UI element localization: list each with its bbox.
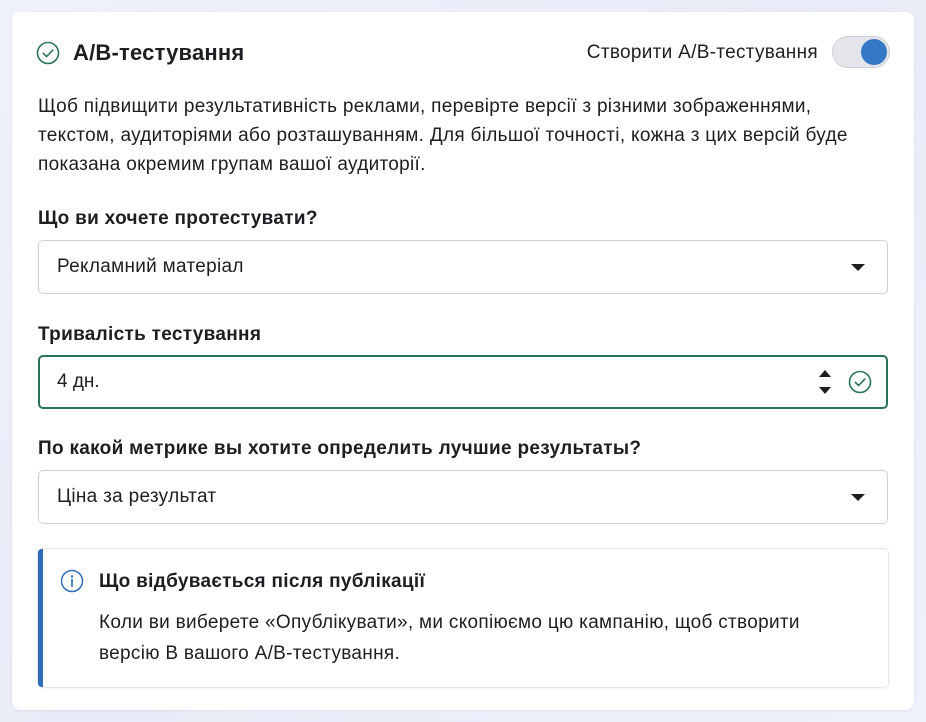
info-icon: [60, 569, 84, 593]
check-circle-icon: [848, 370, 872, 394]
toggle-knob: [861, 39, 887, 65]
duration-label: Тривалість тестування: [38, 324, 262, 345]
toggle-label: Створити A/B-тестування: [586, 42, 818, 63]
info-text: Коли ви виберете «Опублікувати», ми скоп…: [99, 612, 800, 664]
duration-field[interactable]: [38, 355, 888, 409]
duration-input[interactable]: [57, 371, 657, 393]
test-subject-value: Рекламний матеріал: [57, 256, 244, 277]
test-subject-select[interactable]: Рекламний матеріал: [38, 240, 888, 294]
duration-stepper[interactable]: [818, 368, 832, 396]
metric-label: По какой метрике вы хотите определить лу…: [38, 438, 642, 459]
info-title: Що відбувається після публікації: [99, 571, 426, 592]
test-subject-label: Що ви хочете протестувати?: [38, 208, 318, 229]
section-title: A/B-тестування: [73, 40, 245, 65]
info-banner: Що відбувається після публікації Коли ви…: [38, 549, 888, 687]
info-accent-bar: [38, 549, 43, 687]
description-text: Щоб підвищити результативність реклами, …: [38, 96, 848, 175]
metric-value: Ціна за результат: [57, 486, 217, 507]
card-header: A/B-тестування Створити A/B-тестування: [36, 36, 890, 68]
check-circle-icon: [36, 41, 60, 65]
caret-down-icon: [851, 264, 865, 271]
caret-down-icon: [851, 494, 865, 501]
metric-select[interactable]: Ціна за результат: [38, 470, 888, 524]
stepper-up-icon[interactable]: [819, 370, 831, 377]
stepper-down-icon[interactable]: [819, 387, 831, 394]
ab-test-toggle[interactable]: [832, 36, 890, 68]
ab-test-card: A/B-тестування Створити A/B-тестування Щ…: [12, 12, 914, 710]
